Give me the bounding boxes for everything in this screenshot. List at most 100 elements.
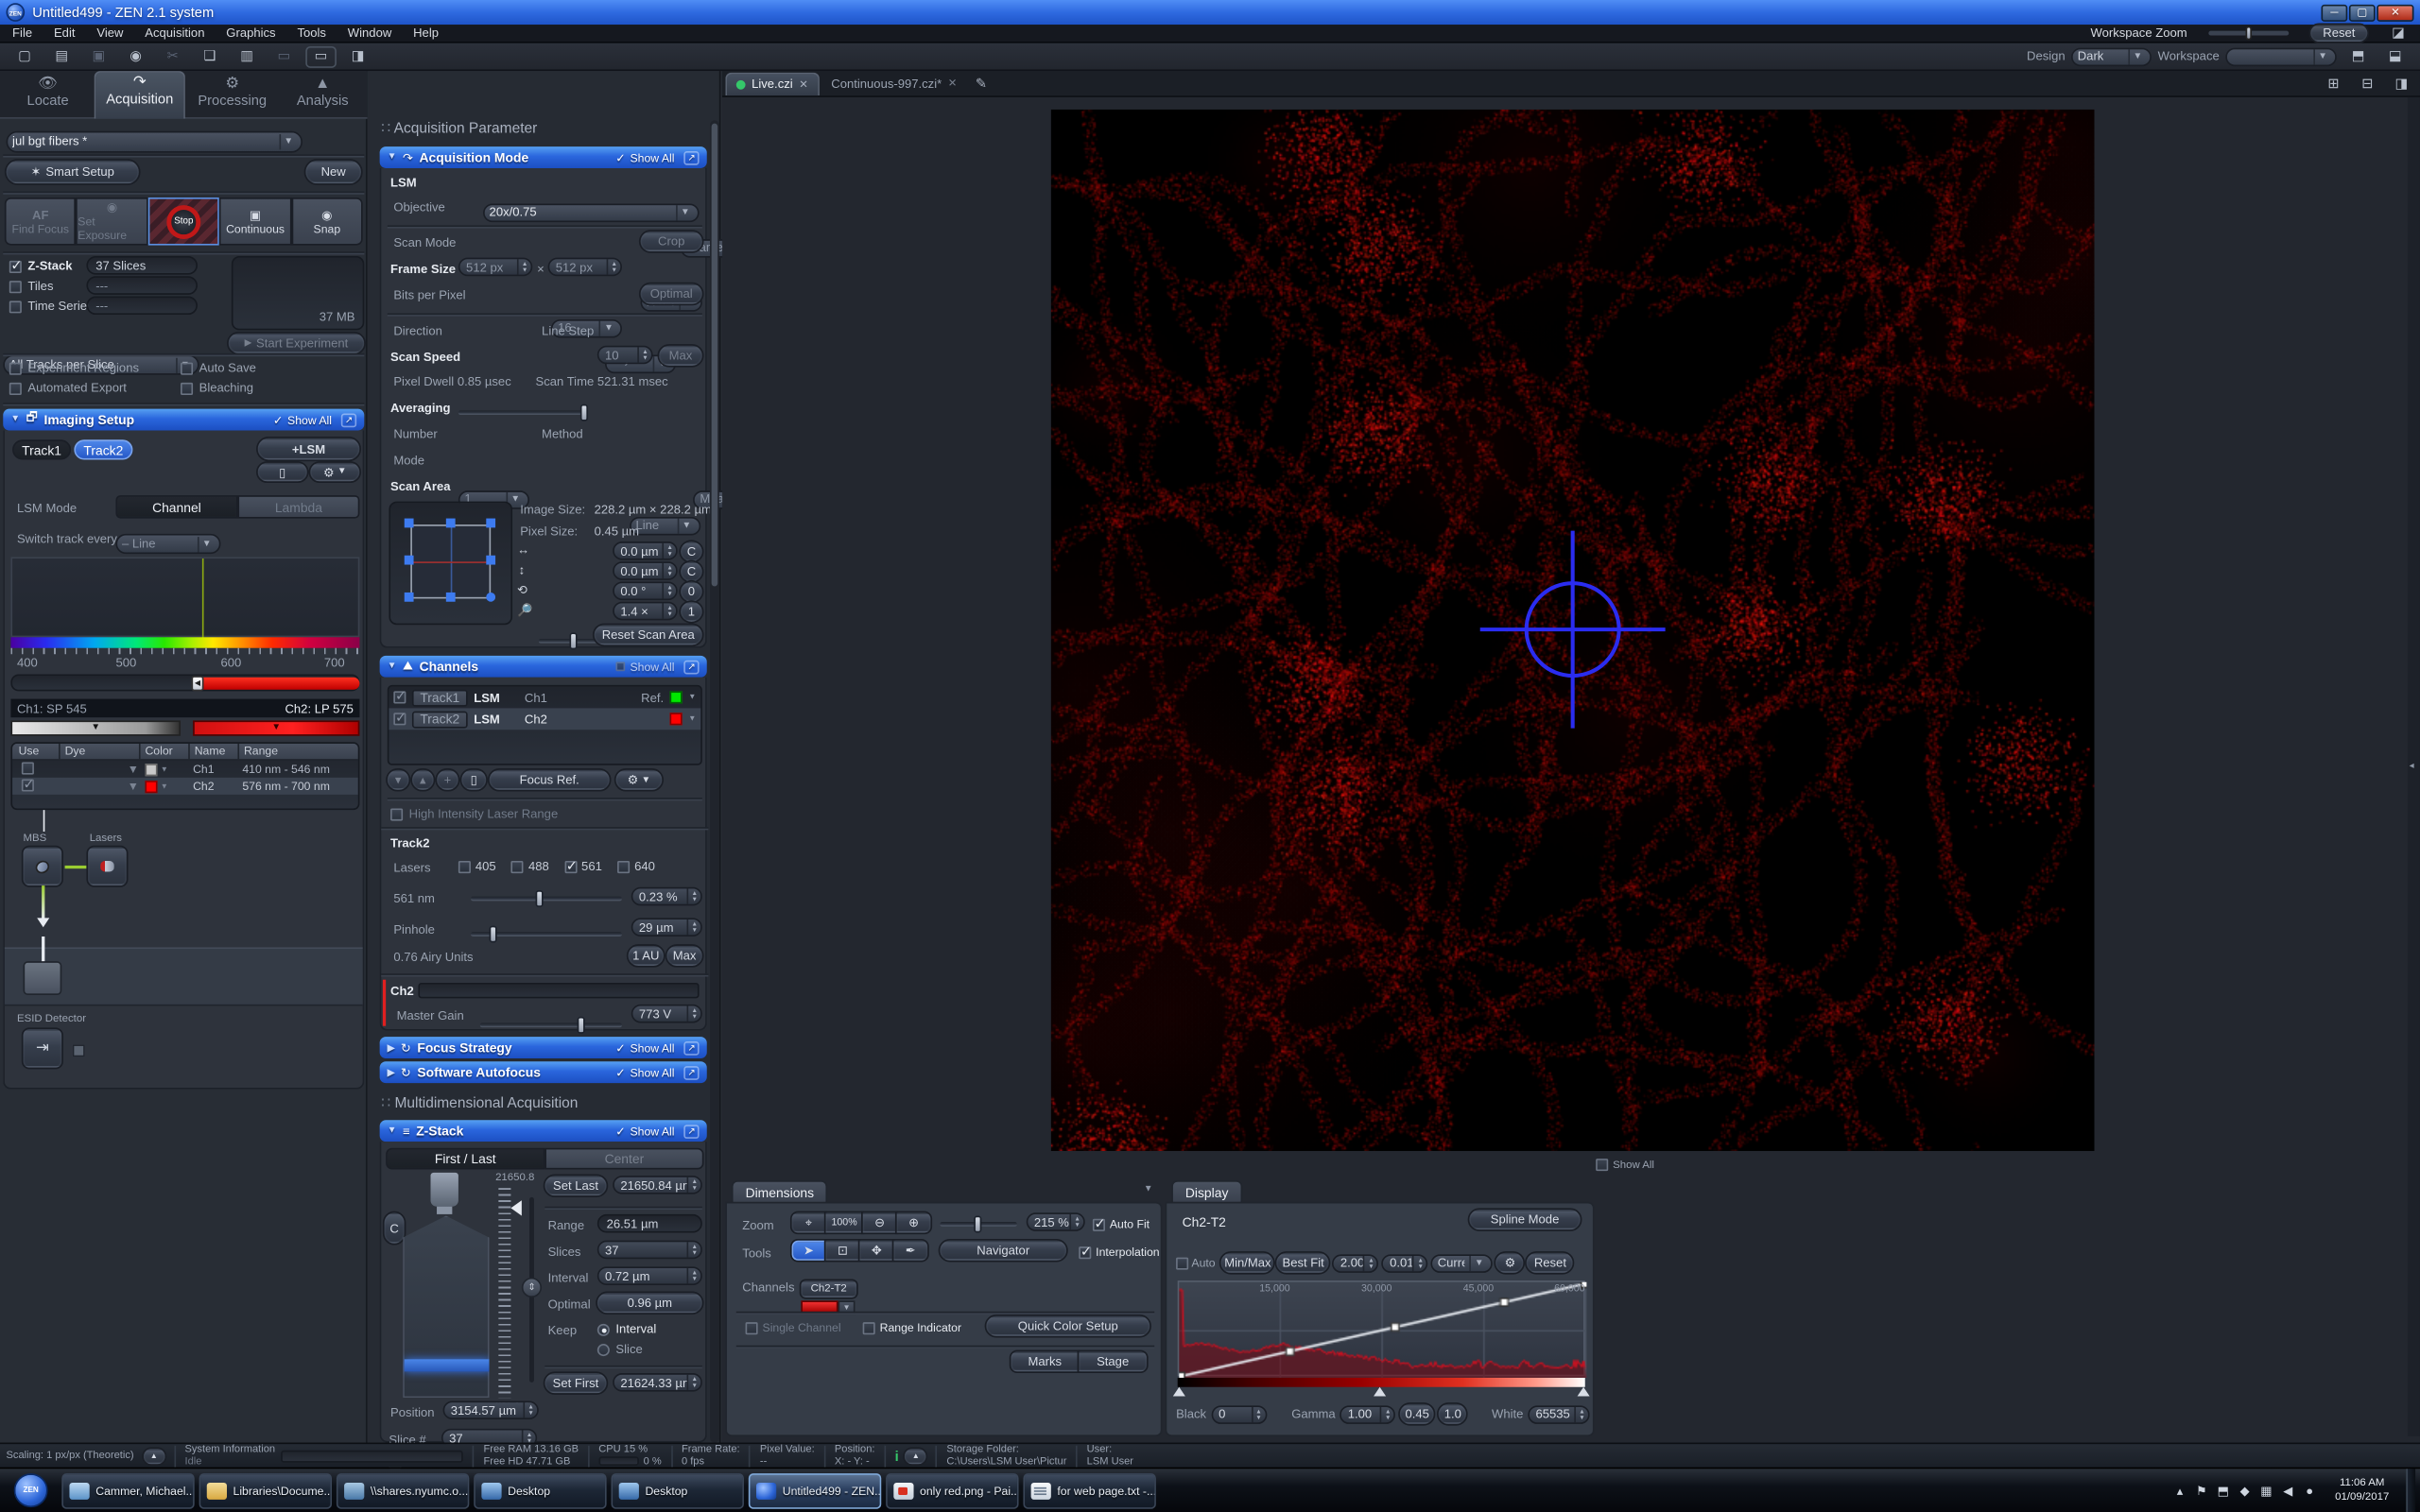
optimal-button[interactable]: Optimal xyxy=(641,284,702,303)
offset-y-spinner[interactable]: 0.0 µm▲▼ xyxy=(613,561,678,580)
experiment-select[interactable]: jul bgt fibers *▼ xyxy=(7,130,302,152)
best-fit-button[interactable]: Best Fit xyxy=(1277,1253,1330,1273)
stop-button[interactable]: Stop xyxy=(147,198,219,246)
tab-live-czi[interactable]: Live.czi ✕ xyxy=(725,72,819,94)
pinhole-max-button[interactable]: Max xyxy=(666,946,702,966)
experiment-regions-checkbox[interactable] xyxy=(9,362,22,374)
one-au-button[interactable]: 1 AU xyxy=(628,946,664,966)
z-fine-slider[interactable]: ⇕ xyxy=(529,1197,534,1383)
scan-area-handle[interactable] xyxy=(405,519,414,528)
close-button[interactable]: ✕ xyxy=(2377,4,2413,21)
rotation-zero-button[interactable]: 0 xyxy=(681,582,702,602)
lasers-node[interactable] xyxy=(88,847,127,885)
center-tab[interactable]: Center xyxy=(544,1148,703,1170)
offset-x-spinner[interactable]: 0.0 µm▲▼ xyxy=(613,541,678,560)
slices-spinner[interactable]: 37▲▼ xyxy=(597,1241,702,1260)
imaging-setup-header[interactable]: ▼🗗Imaging Setup ✓Show All ↗ xyxy=(3,409,364,431)
menu-view[interactable]: View xyxy=(96,26,123,41)
taskbar-item-notepad[interactable]: for web page.txt -... xyxy=(1023,1472,1155,1508)
track2-color-swatch[interactable] xyxy=(670,713,683,725)
scan-speed-max-button[interactable]: Max xyxy=(659,346,702,366)
track2-name[interactable]: Track2 xyxy=(412,711,468,728)
spline-mode-button[interactable]: Spline Mode xyxy=(1469,1210,1581,1229)
scan-speed-slider[interactable] xyxy=(458,410,588,415)
taskbar-item-libraries[interactable]: Libraries\Docume... xyxy=(199,1472,332,1508)
ruler-icon[interactable]: ▭ xyxy=(268,45,300,67)
menu-graphics[interactable]: Graphics xyxy=(226,26,275,41)
reset-scan-area-button[interactable]: Reset Scan Area xyxy=(595,625,702,644)
rotation-spinner[interactable]: 0.0 °▲▼ xyxy=(613,582,678,601)
popout-icon[interactable]: ↗ xyxy=(683,660,699,674)
ch1-use-checkbox[interactable] xyxy=(22,762,34,774)
add-lsm-button[interactable]: +LSM xyxy=(258,438,360,460)
best-fit-low-spinner[interactable]: 2.00▲▼ xyxy=(1333,1254,1379,1273)
paste-icon[interactable]: ▥ xyxy=(232,45,263,67)
channel-chip[interactable]: Ch2-T2 ▼ xyxy=(801,1271,856,1314)
frame-size-x-spinner[interactable]: 512 px▲▼ xyxy=(458,258,532,277)
histogram[interactable]: 15,000 30,000 45,000 60,000 xyxy=(1178,1280,1585,1376)
interval-spinner[interactable]: 0.72 µm▲▼ xyxy=(597,1266,702,1285)
range-indicator-checkbox[interactable] xyxy=(863,1321,875,1333)
ch1-dye-select[interactable]: ▼ xyxy=(59,763,139,777)
imaging-track1-button[interactable]: Track1 xyxy=(12,439,71,459)
menu-acquisition[interactable]: Acquisition xyxy=(145,26,204,41)
start-zen-orb[interactable]: ZEN xyxy=(14,1473,48,1507)
objective-select[interactable]: 20x/0.75▼ xyxy=(483,203,700,222)
move-down-icon[interactable]: ▾ xyxy=(388,770,409,790)
gamma-spinner[interactable]: 1.00▲▼ xyxy=(1340,1405,1396,1424)
set-last-button[interactable]: Set Last xyxy=(544,1176,606,1195)
menu-tools[interactable]: Tools xyxy=(297,26,326,41)
taskbar-item-network-share[interactable]: \\shares.nyumc.o... xyxy=(337,1472,469,1508)
time-series-checkbox[interactable] xyxy=(9,301,22,313)
master-gain-slider[interactable] xyxy=(480,1022,622,1027)
black-point-marker[interactable] xyxy=(1173,1387,1185,1397)
snap-button[interactable]: ◉Snap xyxy=(291,198,363,246)
rename-pencil-icon[interactable]: ✎ xyxy=(976,75,987,92)
collapse-arrow-icon[interactable]: ◂ xyxy=(2410,761,2414,771)
acquisition-mode-header[interactable]: ▼↷Acquisition Mode ✓Show All↗ xyxy=(380,146,707,168)
laser-power-spinner[interactable]: 0.23 %▲▼ xyxy=(631,887,702,906)
stage-button[interactable]: Stage xyxy=(1079,1351,1147,1371)
channels-show-all[interactable]: Show All xyxy=(616,660,675,674)
new-document-icon[interactable]: ▢ xyxy=(9,45,41,67)
track2-row[interactable]: Track2 LSM Ch2 ▼ xyxy=(389,708,700,730)
mbs-node[interactable] xyxy=(23,847,61,885)
tab-analysis[interactable]: ▲Analysis xyxy=(280,74,366,118)
esid-detector-node[interactable]: ⇥ xyxy=(23,1029,61,1068)
track1-name[interactable]: Track1 xyxy=(412,689,468,706)
auto-fit-checkbox[interactable] xyxy=(1093,1218,1105,1230)
tray-display-icon[interactable]: ⬒ xyxy=(2215,1484,2232,1498)
move-up-icon[interactable]: ▴ xyxy=(412,770,434,790)
menu-window[interactable]: Window xyxy=(348,26,391,41)
workspace-zoom-reset-button[interactable]: Reset xyxy=(2310,25,2367,42)
minimize-button[interactable]: ─ xyxy=(2322,4,2348,21)
popout-icon[interactable]: ↗ xyxy=(341,413,356,427)
find-focus-button[interactable]: AFFind Focus xyxy=(5,198,77,246)
smart-setup-button[interactable]: ✶Smart Setup xyxy=(7,161,139,183)
tab-acquisition[interactable]: ↷Acquisition xyxy=(95,71,185,119)
track1-row[interactable]: Track1 LSM Ch1 Ref. ▼ xyxy=(389,687,700,709)
tray-show-hidden-icon[interactable]: ▴ xyxy=(2171,1484,2188,1498)
preview-search-icon[interactable]: ◉ xyxy=(120,45,151,67)
tiles-checkbox[interactable] xyxy=(9,280,22,292)
tray-antivirus-icon[interactable]: ● xyxy=(2301,1484,2318,1498)
set-first-spinner[interactable]: 21624.33 µm▲▼ xyxy=(613,1373,702,1392)
tiles-summary[interactable]: --- xyxy=(86,276,198,295)
show-all-checkbox[interactable] xyxy=(1596,1159,1608,1171)
zoom-level-spinner[interactable]: 215 %▲▼ xyxy=(1027,1212,1085,1231)
single-channel-checkbox[interactable] xyxy=(746,1321,758,1333)
maximize-button[interactable]: ▢ xyxy=(2349,4,2376,21)
close-tab-icon[interactable]: ✕ xyxy=(948,77,958,90)
zoom-spinner[interactable]: 1.4 ×▲▼ xyxy=(613,602,678,621)
auto-checkbox[interactable] xyxy=(1176,1257,1188,1269)
copy-icon[interactable]: ❏ xyxy=(195,45,226,67)
focus-show-all[interactable]: ✓Show All xyxy=(615,1040,674,1055)
image-icon[interactable]: ◨ xyxy=(342,45,373,67)
popout-icon[interactable]: ↗ xyxy=(683,1065,699,1079)
dimensions-tab[interactable]: Dimensions xyxy=(732,1180,828,1202)
first-last-tab[interactable]: First / Last xyxy=(386,1148,544,1170)
delete-track-button[interactable]: ▯ xyxy=(258,463,307,482)
display-reset-button[interactable]: Reset xyxy=(1527,1253,1573,1273)
set-first-button[interactable]: Set First xyxy=(544,1373,606,1393)
gamma-10-button[interactable]: 1.0 xyxy=(1439,1404,1466,1424)
